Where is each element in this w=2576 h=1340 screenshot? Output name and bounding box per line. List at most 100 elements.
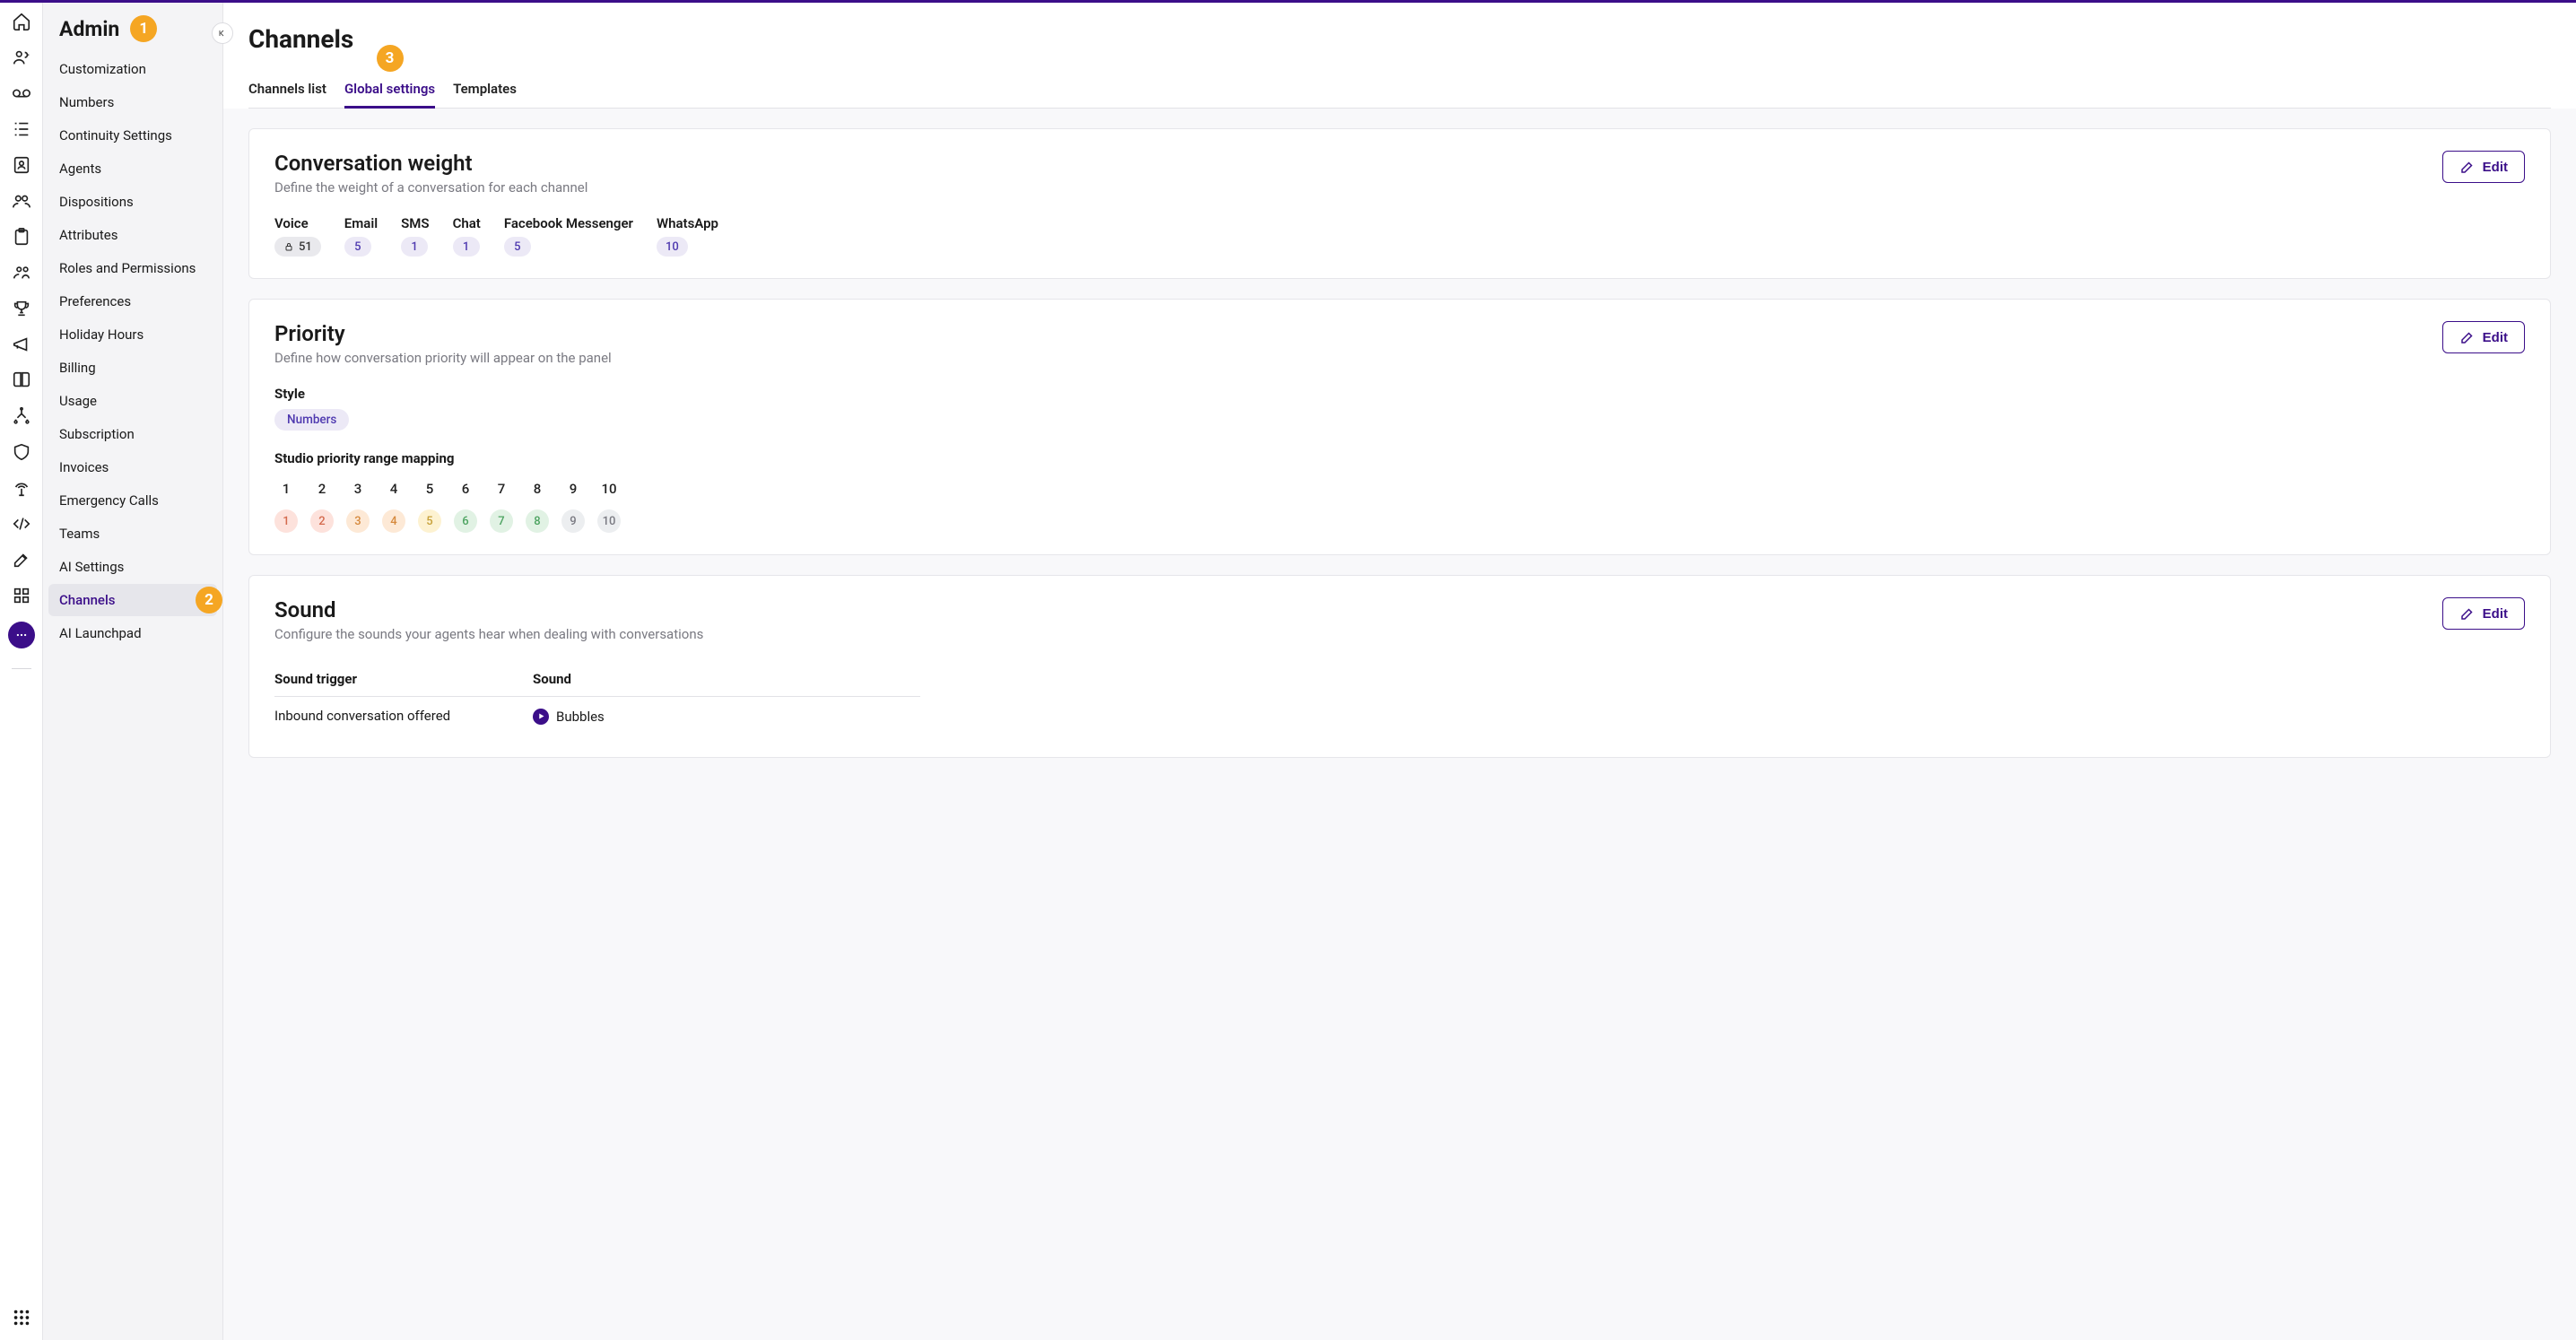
voicemail-icon[interactable] bbox=[12, 83, 31, 103]
sidebar: Admin 1 CustomizationNumbersContinuity S… bbox=[43, 3, 223, 1340]
priority-cell: 6 bbox=[454, 509, 477, 533]
annotation-badge-3: 3 bbox=[377, 45, 404, 72]
sidebar-item-ai-settings[interactable]: AI Settings bbox=[48, 551, 217, 583]
sidebar-title: Admin bbox=[59, 17, 119, 41]
priority-cell: 4 bbox=[382, 509, 405, 533]
weight-col-chat: Chat 1 bbox=[453, 215, 481, 257]
conversation-weight-subtitle: Define the weight of a conversation for … bbox=[274, 179, 587, 196]
edit-sound-button[interactable]: Edit bbox=[2442, 597, 2525, 630]
edit-icon[interactable] bbox=[12, 550, 31, 570]
priority-grid: 12345678910 12345678910 bbox=[274, 474, 2525, 533]
sidebar-item-roles-and-permissions[interactable]: Roles and Permissions bbox=[48, 252, 217, 284]
sidebar-item-numbers[interactable]: Numbers bbox=[48, 86, 217, 118]
sidebar-item-holiday-hours[interactable]: Holiday Hours bbox=[48, 318, 217, 351]
weight-value: 1 bbox=[401, 237, 428, 257]
antenna-icon[interactable] bbox=[12, 478, 31, 498]
weight-col-voice: Voice 51 bbox=[274, 215, 321, 257]
priority-cell: 2 bbox=[310, 509, 334, 533]
sidebar-item-dispositions[interactable]: Dispositions bbox=[48, 186, 217, 218]
weight-label: Voice bbox=[274, 215, 309, 231]
collapse-sidebar-button[interactable] bbox=[212, 22, 233, 44]
tab-global-settings[interactable]: Global settings3 bbox=[344, 74, 435, 108]
sound-trigger-cell: Inbound conversation offered bbox=[274, 697, 533, 735]
edit-label: Edit bbox=[2483, 330, 2508, 345]
weight-value: 5 bbox=[504, 237, 531, 257]
routing-icon[interactable] bbox=[12, 406, 31, 426]
weights-row: Voice51Email5SMS1Chat1Facebook Messenger… bbox=[274, 215, 2525, 257]
priority-cell: 9 bbox=[561, 509, 585, 533]
priority-cell: 5 bbox=[418, 509, 441, 533]
sidebar-item-emergency-calls[interactable]: Emergency Calls bbox=[48, 484, 217, 517]
priority-head: 10 bbox=[597, 481, 621, 497]
trophy-icon[interactable] bbox=[12, 299, 31, 318]
page-title: Channels bbox=[248, 24, 2551, 54]
apps-icon[interactable] bbox=[12, 1308, 31, 1327]
sidebar-item-teams[interactable]: Teams bbox=[48, 518, 217, 550]
sidebar-item-attributes[interactable]: Attributes bbox=[48, 219, 217, 251]
sidebar-item-continuity-settings[interactable]: Continuity Settings bbox=[48, 119, 217, 152]
sidebar-item-usage[interactable]: Usage bbox=[48, 385, 217, 417]
sound-title: Sound bbox=[274, 597, 703, 622]
sidebar-item-subscription[interactable]: Subscription bbox=[48, 418, 217, 450]
rail-divider bbox=[12, 668, 31, 669]
pencil-icon bbox=[2459, 329, 2476, 345]
queue-icon[interactable] bbox=[12, 119, 31, 139]
main-content: Channels Channels list Global settings3 Te… bbox=[223, 3, 2576, 1340]
team-icon[interactable] bbox=[12, 263, 31, 283]
sidebar-item-ai-launchpad[interactable]: AI Launchpad bbox=[48, 617, 217, 649]
priority-title: Priority bbox=[274, 321, 612, 346]
page-header: Channels Channels list Global settings3 Te… bbox=[223, 3, 2576, 109]
sound-value-cell: Bubbles bbox=[533, 697, 920, 735]
agent-icon[interactable] bbox=[12, 48, 31, 67]
weight-value: 10 bbox=[657, 237, 688, 257]
sidebar-item-billing[interactable]: Billing bbox=[48, 352, 217, 384]
sound-col-trigger: Sound trigger bbox=[274, 662, 533, 697]
sound-name: Bubbles bbox=[556, 709, 605, 725]
clipboard-icon[interactable] bbox=[12, 227, 31, 247]
weight-value-locked: 51 bbox=[274, 237, 321, 257]
tab-channels-list[interactable]: Channels list bbox=[248, 74, 326, 108]
home-icon[interactable] bbox=[12, 12, 31, 31]
sidebar-nav-list: CustomizationNumbersContinuity SettingsA… bbox=[43, 53, 222, 649]
lock-icon bbox=[283, 241, 294, 252]
sidebar-item-agents[interactable]: Agents bbox=[48, 152, 217, 185]
priority-cell: 8 bbox=[526, 509, 549, 533]
weight-value: 5 bbox=[344, 237, 371, 257]
weight-label: WhatsApp bbox=[657, 215, 718, 231]
people-icon[interactable] bbox=[12, 191, 31, 211]
sidebar-item-invoices[interactable]: Invoices bbox=[48, 451, 217, 483]
weight-col-whatsapp: WhatsApp 10 bbox=[657, 215, 718, 257]
play-icon[interactable] bbox=[533, 709, 549, 725]
sidebar-item-customization[interactable]: Customization bbox=[48, 53, 217, 85]
priority-head: 5 bbox=[418, 481, 441, 497]
priority-cell: 3 bbox=[346, 509, 370, 533]
weight-value: 1 bbox=[453, 237, 480, 257]
weight-col-email: Email 5 bbox=[344, 215, 378, 257]
priority-cell: 10 bbox=[597, 509, 621, 533]
style-value-pill: Numbers bbox=[274, 409, 349, 431]
edit-conversation-weight-button[interactable]: Edit bbox=[2442, 151, 2525, 183]
weight-label: Email bbox=[344, 215, 378, 231]
weight-label: Chat bbox=[453, 215, 481, 231]
book-icon[interactable] bbox=[12, 370, 31, 390]
code-icon[interactable] bbox=[12, 514, 31, 534]
sidebar-item-channels[interactable]: Channels2 bbox=[48, 584, 217, 616]
style-label: Style bbox=[274, 386, 2525, 402]
edit-priority-button[interactable]: Edit bbox=[2442, 321, 2525, 353]
grid-icon[interactable] bbox=[12, 586, 31, 605]
more-menu-button[interactable] bbox=[8, 622, 35, 648]
annotation-badge-2: 2 bbox=[196, 587, 222, 613]
priority-head: 1 bbox=[274, 481, 298, 497]
pencil-icon bbox=[2459, 605, 2476, 622]
shield-icon[interactable] bbox=[12, 442, 31, 462]
priority-head: 2 bbox=[310, 481, 334, 497]
content-scroll[interactable]: Conversation weight Define the weight of… bbox=[223, 109, 2576, 1340]
broadcast-icon[interactable] bbox=[12, 335, 31, 354]
weight-label: Facebook Messenger bbox=[504, 215, 633, 231]
sidebar-item-preferences[interactable]: Preferences bbox=[48, 285, 217, 318]
tab-templates[interactable]: Templates bbox=[453, 74, 517, 108]
sound-table: Sound trigger Sound Inbound conversation… bbox=[274, 662, 920, 735]
icon-rail bbox=[0, 3, 43, 1340]
contact-icon[interactable] bbox=[12, 155, 31, 175]
conversation-weight-card: Conversation weight Define the weight of… bbox=[248, 128, 2551, 279]
